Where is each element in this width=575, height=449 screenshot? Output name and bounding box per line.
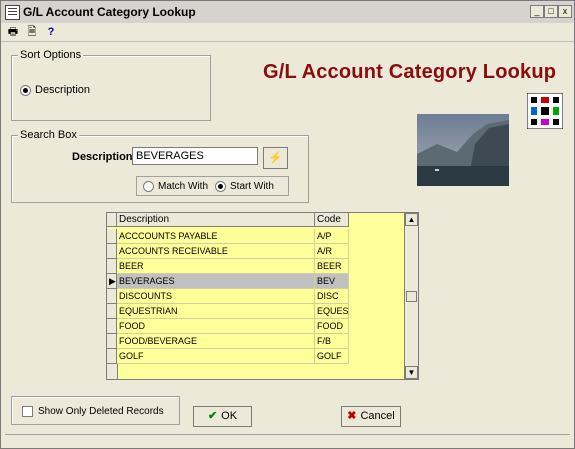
close-button[interactable]: x	[558, 5, 572, 18]
search-box-label: Search Box	[18, 129, 79, 141]
cell-description: BEVERAGES	[117, 274, 315, 289]
column-header-description[interactable]: Description	[117, 213, 315, 227]
table-row[interactable]: FOOD FOOD	[107, 319, 407, 334]
sort-description-radio[interactable]: Description	[20, 84, 90, 96]
search-box-group: Search Box Description BEVERAGES ⚡ Match…	[11, 129, 309, 203]
row-indicator	[107, 244, 117, 259]
search-mode-group: Match With Start With	[136, 176, 289, 196]
cell-description: DISCOUNTS	[117, 289, 315, 304]
cell-description: ACCCOUNTS PAYABLE	[117, 229, 315, 244]
sort-options-label: Sort Options	[18, 49, 84, 61]
cell-code: GOLF	[315, 349, 349, 364]
category-grid[interactable]: Description Code ACCCOUNTS PAYABLE A/P A…	[106, 212, 419, 380]
column-header-code[interactable]: Code	[315, 213, 349, 227]
grid-corner	[107, 213, 117, 227]
grid-vertical-scrollbar[interactable]: ▲ ▼	[404, 213, 418, 379]
table-row-selected[interactable]: ▶ BEVERAGES BEV	[107, 274, 407, 289]
lookup-window: G/L Account Category Lookup _ □ x 🖶 🗎 ? …	[0, 0, 575, 449]
cell-description: EQUESTRIAN	[117, 304, 315, 319]
table-row[interactable]: EQUESTRIAN EQUES	[107, 304, 407, 319]
row-indicator	[107, 259, 117, 274]
maximize-button[interactable]: □	[544, 5, 558, 18]
cell-code: DISC	[315, 289, 349, 304]
cancel-button-label: Cancel	[360, 410, 395, 422]
description-field-label: Description	[72, 151, 133, 163]
ok-button-label: OK	[221, 410, 238, 422]
minimize-button[interactable]: _	[530, 5, 544, 18]
scroll-thumb[interactable]	[406, 291, 417, 302]
print-icon[interactable]: 🖶	[5, 24, 21, 40]
table-row[interactable]: ACCOUNTS RECEIVABLE A/R	[107, 244, 407, 259]
window-title: G/L Account Category Lookup	[23, 5, 196, 19]
description-search-input[interactable]: BEVERAGES	[132, 147, 258, 165]
table-row[interactable]: DISCOUNTS DISC	[107, 289, 407, 304]
report-icon[interactable]: 🗎	[24, 24, 40, 40]
show-deleted-label: Show Only Deleted Records	[38, 406, 164, 417]
deleted-records-group: Show Only Deleted Records	[11, 396, 180, 425]
sort-description-label: Description	[35, 84, 91, 96]
start-with-radio[interactable]: Start With	[215, 181, 274, 192]
row-indicator	[107, 304, 117, 319]
cell-code: A/P	[315, 229, 349, 244]
row-indicator	[107, 334, 117, 349]
scroll-down-icon[interactable]: ▼	[405, 366, 418, 379]
table-row[interactable]: ACCCOUNTS PAYABLE A/P	[107, 229, 407, 244]
row-indicator	[107, 319, 117, 334]
start-with-label: Start With	[230, 181, 274, 193]
row-indicator	[107, 349, 117, 364]
row-indicator-filler	[107, 364, 118, 379]
checkbox-empty-icon	[22, 405, 33, 417]
page-title: G/L Account Category Lookup	[263, 61, 557, 83]
row-indicator: ▶	[107, 274, 117, 289]
status-bar	[5, 434, 570, 447]
row-indicator	[107, 229, 117, 244]
cell-code: A/R	[315, 244, 349, 259]
match-with-label: Match With	[158, 181, 209, 193]
lightning-icon: ⚡	[268, 152, 283, 164]
table-row[interactable]: BEER BEER	[107, 259, 407, 274]
cell-code: BEER	[315, 259, 349, 274]
radio-empty-icon	[143, 181, 154, 192]
x-mark-icon: ✖	[347, 410, 357, 422]
table-row[interactable]: GOLF GOLF	[107, 349, 407, 364]
cell-description: FOOD/BEVERAGE	[117, 334, 315, 349]
cancel-button[interactable]: ✖ Cancel	[341, 406, 401, 427]
row-indicator	[107, 289, 117, 304]
cell-description: GOLF	[117, 349, 315, 364]
landscape-photo	[417, 114, 509, 186]
radio-selected-icon	[20, 84, 31, 96]
current-row-arrow-icon: ▶	[109, 276, 116, 286]
checkmark-icon: ✔	[207, 410, 218, 422]
radio-selected-icon	[215, 181, 226, 192]
help-icon[interactable]: ?	[43, 24, 59, 40]
cell-description: FOOD	[117, 319, 315, 334]
ok-button[interactable]: ✔ OK	[193, 406, 252, 427]
sort-options-group: Sort Options Description	[11, 49, 211, 121]
search-go-button[interactable]: ⚡	[263, 147, 288, 169]
cell-code: BEV	[315, 274, 349, 289]
cell-description: ACCOUNTS RECEIVABLE	[117, 244, 315, 259]
show-deleted-checkbox[interactable]: Show Only Deleted Records	[22, 405, 164, 417]
app-logo-icon	[527, 93, 563, 129]
cell-description: BEER	[117, 259, 315, 274]
table-row[interactable]: FOOD/BEVERAGE F/B	[107, 334, 407, 349]
match-with-radio[interactable]: Match With	[143, 181, 208, 192]
title-bar[interactable]: G/L Account Category Lookup _ □ x	[1, 1, 574, 24]
scroll-up-icon[interactable]: ▲	[405, 213, 418, 226]
toolbar: 🖶 🗎 ?	[1, 23, 574, 42]
cell-code: EQUES	[315, 304, 349, 319]
window-app-icon	[5, 5, 20, 20]
cell-code: F/B	[315, 334, 349, 349]
cell-code: FOOD	[315, 319, 349, 334]
